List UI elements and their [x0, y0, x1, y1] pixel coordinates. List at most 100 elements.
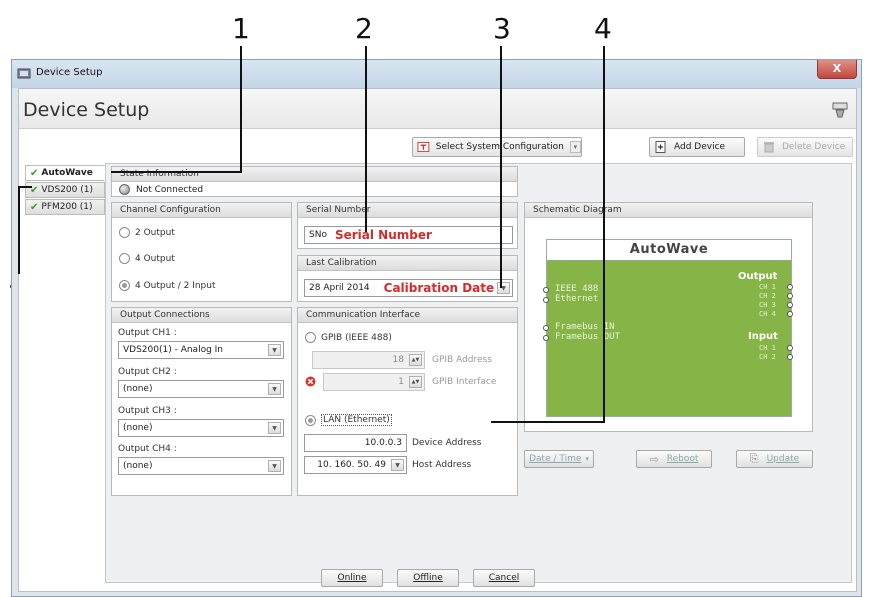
schematic-body: IEEE 488 Ethernet Framebus IN Framebus O… — [543, 261, 793, 416]
chevron-down-icon[interactable]: ▼ — [268, 383, 281, 395]
callout-4-leader-horizontal — [491, 421, 605, 423]
autowave-schematic: AutoWave IEEE 488 Ethernet Framebus IN F… — [543, 239, 793, 417]
status-indicator-icon — [119, 184, 130, 195]
serial-number-field[interactable]: SNo Serial Number — [304, 226, 513, 244]
schematic-output-ch2: CH 2 — [759, 292, 776, 300]
gpib-address-stepper[interactable]: 18 ▲▼ — [312, 351, 425, 369]
chevron-down-icon[interactable]: ▼ — [268, 344, 281, 356]
last-calibration-header: Last Calibration — [298, 256, 517, 271]
gpib-address-value: 18 — [392, 355, 404, 365]
delete-device-label: Delete Device — [782, 142, 846, 152]
radio-label: 4 Output / 2 Input — [135, 280, 216, 291]
date-time-label: Date / Time — [529, 454, 582, 464]
calibration-date-select[interactable]: 28 April 2014 Calibration Date ▼ — [304, 279, 513, 297]
close-button[interactable]: X — [817, 60, 857, 79]
callout-5-leader — [18, 186, 20, 274]
chevron-down-icon[interactable]: ▼ — [268, 460, 281, 472]
pin-input-ch2 — [787, 354, 793, 360]
output-ch3-label: Output CH3 : — [118, 406, 177, 416]
device-settings-icon — [832, 102, 848, 118]
radio-4-output-2-input[interactable]: 4 Output / 2 Input — [119, 280, 216, 291]
channel-configuration-header: Channel Configuration — [112, 203, 291, 218]
device-address-label: Device Address — [412, 438, 482, 448]
title-bar: Device Setup X — [12, 60, 861, 88]
reboot-label: Reboot — [666, 454, 699, 464]
last-calibration-group: Last Calibration 28 April 2014 Calibrati… — [297, 255, 518, 302]
delete-device-button[interactable]: Delete Device — [757, 137, 853, 157]
select-system-configuration-button[interactable]: Select System Configuration ▾ — [412, 137, 582, 157]
output-connections-group: Output Connections Output CH1 : VDS200(1… — [111, 307, 292, 496]
offline-label: Offline — [413, 573, 443, 583]
online-button[interactable]: Online — [321, 569, 383, 587]
output-ch3-value: (none) — [123, 423, 153, 433]
radio-gpib[interactable]: GPIB (IEEE 488) — [305, 332, 392, 343]
callout-4-leader — [603, 46, 605, 422]
pin-output-ch1 — [787, 284, 793, 290]
chevron-down-icon[interactable]: ▼ — [391, 459, 404, 471]
date-time-button[interactable]: Date / Time ▾ — [524, 450, 594, 468]
output-ch2-value: (none) — [123, 384, 153, 394]
schematic-output-ch4: CH 4 — [759, 310, 776, 318]
chevron-down-icon[interactable]: ▼ — [497, 282, 510, 294]
add-device-button[interactable]: Add Device — [649, 137, 745, 157]
radio-4-output[interactable]: 4 Output — [119, 253, 175, 264]
offline-button[interactable]: Offline — [397, 569, 459, 587]
stepper-icon[interactable]: ▲▼ — [409, 354, 422, 366]
host-address-select[interactable]: 10. 160. 50. 49 ▼ — [304, 456, 407, 474]
callout-3-leader — [500, 46, 502, 288]
radio-label: 2 Output — [135, 227, 175, 238]
schematic-device-name: AutoWave — [547, 240, 791, 261]
output-ch2-select[interactable]: (none) ▼ — [118, 380, 284, 398]
tab-vds200[interactable]: ✔ VDS200 (1) — [25, 182, 105, 198]
schematic-input-ch1: CH 1 — [759, 344, 776, 352]
stepper-icon[interactable]: ▲▼ — [409, 376, 422, 388]
check-icon: ✔ — [30, 201, 39, 213]
tab-autowave[interactable]: ✔ AutoWave — [25, 165, 105, 181]
tab-pfm200-label: PFM200 (1) — [41, 202, 93, 212]
host-address-value: 10. 160. 50. 49 — [317, 460, 386, 470]
host-address-label: Host Address — [412, 460, 472, 470]
radio-label: LAN (Ethernet) — [321, 414, 392, 426]
configuration-icon — [417, 141, 430, 153]
pin-framebus-out — [543, 335, 549, 341]
client-area: Device Setup Select System Configuration… — [18, 88, 857, 592]
output-ch4-select[interactable]: (none) ▼ — [118, 457, 284, 475]
pin-framebus-in — [543, 325, 549, 331]
status-text: Not Connected — [136, 184, 204, 195]
tab-autowave-label: AutoWave — [41, 168, 93, 178]
output-ch1-value: VDS200(1) - Analog In — [123, 345, 224, 355]
update-button[interactable]: ⎘ Update — [736, 450, 813, 468]
gpib-address-label: GPIB Address — [432, 355, 492, 365]
callout-1-leader-horizontal — [111, 171, 242, 173]
radio-lan[interactable]: LAN (Ethernet) — [305, 414, 392, 426]
schematic-diagram-group: Schematic Diagram AutoWave IEEE 488 Ethe… — [524, 202, 813, 432]
chevron-down-icon[interactable]: ▼ — [268, 422, 281, 434]
calibration-date-label: Calibration Date — [383, 281, 495, 295]
output-ch2-label: Output CH2 : — [118, 367, 177, 377]
output-ch1-select[interactable]: VDS200(1) - Analog In ▼ — [118, 341, 284, 359]
output-connections-header: Output Connections — [112, 308, 291, 323]
schematic-input-ch2: CH 2 — [759, 353, 776, 361]
state-information-header: State Information — [112, 167, 517, 182]
serial-number-value: Serial Number — [334, 228, 432, 242]
device-setup-icon — [17, 68, 31, 79]
figure-root: 1 2 3 4 5 Device Setup X Device Setup — [0, 0, 872, 597]
communication-interface-header: Communication Interface — [298, 308, 517, 323]
schematic-output-ch1: CH 1 — [759, 283, 776, 291]
gpib-interface-stepper[interactable]: 1 ▲▼ — [323, 373, 425, 391]
cancel-button[interactable]: Cancel — [473, 569, 535, 587]
reboot-button[interactable]: ⇨ Reboot — [636, 450, 712, 468]
gpib-interface-label: GPIB Interface — [432, 377, 497, 387]
pin-ieee488 — [543, 287, 549, 293]
callout-4: 4 — [594, 12, 612, 45]
output-ch3-select[interactable]: (none) ▼ — [118, 419, 284, 437]
pin-output-ch3 — [787, 302, 793, 308]
radio-2-output[interactable]: 2 Output — [119, 227, 175, 238]
radio-circle — [119, 227, 130, 238]
device-address-input[interactable]: 10.0.0.3 — [304, 434, 407, 452]
schematic-output-title: Output — [738, 271, 778, 282]
tab-pfm200[interactable]: ✔ PFM200 (1) — [25, 199, 105, 215]
chevron-down-icon: ▾ — [585, 455, 589, 463]
schematic-diagram-header: Schematic Diagram — [525, 203, 812, 218]
serial-prefix: SNo — [309, 230, 327, 240]
